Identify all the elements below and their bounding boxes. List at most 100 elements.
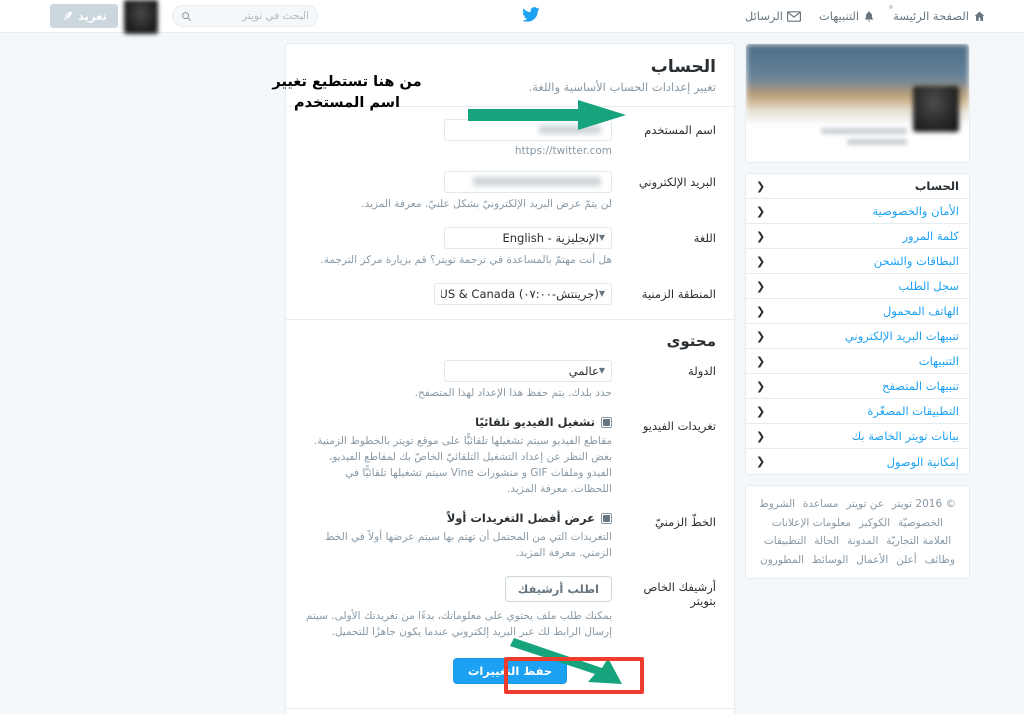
chevron-left-icon: ❮	[756, 179, 766, 193]
video-tweets-row: تغريدات الفيديو تشغيل الفيديو تلقائيًا م…	[304, 415, 716, 507]
sidebar-label-accessibility: إمكانية الوصول	[886, 454, 959, 469]
chevron-left-icon: ❮	[756, 404, 766, 418]
sidebar-item-browser-notifications[interactable]: تنبيهات المتصفح ❮	[746, 374, 969, 399]
username-label: اسم المستخدم	[644, 123, 716, 137]
footer-link-developers[interactable]: المطورون	[760, 554, 804, 566]
username-field-wrap: https://twitter.com	[304, 119, 620, 167]
footer-link-cookies[interactable]: الكوكيز	[859, 517, 890, 529]
country-value: عالمي	[568, 363, 599, 378]
footer-links: © 2016 تويتر عن تويتر مساعدة الشروط الخص…	[745, 485, 970, 580]
sidebar-item-account[interactable]: الحساب ❮	[746, 174, 969, 199]
footer-link-apps[interactable]: التطبيقات	[764, 535, 807, 547]
sidebar-label-notifications: التنبيهات	[918, 354, 959, 368]
profile-summary-card[interactable]	[745, 43, 970, 163]
best-tweets-checkbox-row[interactable]: عرض أفضل التغريدات أولاً	[304, 511, 612, 525]
sidebar-item-notifications[interactable]: التنبيهات ❮	[746, 349, 969, 374]
timezone-label: المنطقة الزمنية	[641, 286, 716, 301]
video-autoplay-hint: مقاطع الفيديو سيتم تشغيلها تلقائيًّا على…	[314, 435, 612, 495]
footer-link-advertise[interactable]: أعلن	[896, 554, 917, 566]
search-placeholder: البحث في تويتر	[241, 10, 309, 22]
sidebar-item-cards-shipping[interactable]: البطاقات والشحن ❮	[746, 249, 969, 274]
sidebar-item-widgets[interactable]: التطبيقات المصغّرة ❮	[746, 399, 969, 424]
sidebar-item-order-history[interactable]: سجل الطلب ❮	[746, 274, 969, 299]
video-autoplay-checkbox[interactable]	[601, 416, 612, 428]
timeline-row: الخطّ الزمنيّ عرض أفضل التغريدات أولاً ا…	[304, 511, 716, 572]
country-field-wrap: ▼ عالمي حدد بلدك. يتم حفظ هذا الإعداد له…	[304, 359, 620, 412]
sidebar-item-mobile[interactable]: الهاتف المحمول ❮	[746, 299, 969, 324]
username-url-text: https://twitter.com	[514, 145, 612, 157]
content-section: محتوى الدولة ▼ عالمي حدد بلدك. يتم حفظ ه…	[286, 318, 734, 709]
footer-link-terms[interactable]: الشروط	[759, 498, 795, 510]
annotation-line-1: من هنا تستطيع تغيير	[272, 74, 422, 90]
twitter-bird-icon[interactable]	[520, 5, 542, 27]
country-hint: حدد بلدك. يتم حفظ هذا الإعداد لهذا المتص…	[414, 386, 612, 399]
best-tweets-hint: التغريدات التي من المحتمل أن تهتم بها سي…	[324, 531, 612, 559]
footer-link-blog[interactable]: المدونة	[847, 535, 878, 547]
language-field-wrap: ▼ الإنجليزية - English هل أنت مهتمّ بالم…	[304, 226, 620, 279]
account-settings-panel: الحساب تغيير إعدادات الحساب الأساسية وال…	[285, 43, 735, 714]
chevron-left-icon: ❮	[756, 429, 766, 443]
footer-link-businesses[interactable]: الأعمال	[856, 554, 888, 566]
sidebar-label-mobile: الهاتف المحمول	[883, 304, 959, 318]
tweet-button[interactable]: تغريد	[50, 4, 118, 28]
page-root: تغريد البحث في تويتر الصفحة الرئيسة التن…	[0, 0, 1024, 714]
footer-link-help[interactable]: مساعدة	[803, 498, 838, 510]
chevron-left-icon: ❮	[756, 279, 766, 293]
timezone-select[interactable]: ▼ (جرينتش-٠٧:٠٠) US & Canada	[434, 282, 612, 305]
chevron-down-icon: ▼	[598, 289, 605, 298]
chevron-left-icon: ❮	[756, 229, 766, 243]
footer-link-media[interactable]: الوسائط	[812, 554, 848, 566]
nav-item-home[interactable]: الصفحة الرئيسة	[889, 5, 986, 23]
chevron-down-icon: ▼	[598, 233, 605, 243]
username-input[interactable]	[444, 119, 612, 141]
topbar-left-group: تغريد البحث في تويتر	[50, 0, 318, 34]
sidebar-label-security-privacy: الأمان والخصوصية	[872, 204, 959, 218]
sidebar-item-email-notifications[interactable]: تنبيهات البريد الإلكتروني ❮	[746, 324, 969, 349]
content-section-heading: محتوى	[666, 331, 716, 350]
sidebar-item-password[interactable]: كلمة المرور ❮	[746, 224, 969, 249]
email-label: البريد الإلكتروني	[638, 175, 716, 189]
sidebar-label-email-notifications: تنبيهات البريد الإلكتروني	[844, 329, 959, 343]
sidebar-label-account: الحساب	[914, 179, 959, 193]
footer-link-jobs[interactable]: وظائف	[925, 554, 955, 566]
chevron-left-icon: ❮	[756, 354, 766, 368]
quill-icon	[63, 11, 72, 21]
chevron-left-icon: ❮	[756, 254, 766, 268]
bell-icon	[865, 11, 874, 21]
profile-avatar[interactable]	[124, 0, 158, 34]
timeline-field-wrap: عرض أفضل التغريدات أولاً التغريدات التي …	[304, 511, 620, 572]
request-archive-button[interactable]: اطلب أرشيفك	[504, 575, 612, 602]
footer-link-privacy[interactable]: الخصوصيّة	[898, 517, 943, 529]
sidebar-item-accessibility[interactable]: إمكانية الوصول ❮	[746, 449, 969, 474]
search-input[interactable]: البحث في تويتر	[172, 5, 318, 27]
footer-link-ads-info[interactable]: معلومات الإعلانات	[772, 517, 851, 529]
email-input[interactable]	[444, 171, 612, 193]
email-field-wrap: لن يتمّ عرض البريد الإلكترونيّ بشكل علني…	[304, 171, 620, 223]
video-autoplay-label: تشغيل الفيديو تلقائيًا	[475, 415, 595, 430]
language-select[interactable]: ▼ الإنجليزية - English	[444, 226, 612, 249]
profile-card-avatar	[913, 86, 959, 132]
annotation-line-2: اسم المستخدم	[294, 95, 400, 112]
language-row: اللغة ▼ الإنجليزية - English هل أنت مهتم…	[304, 226, 716, 279]
sidebar-item-security-privacy[interactable]: الأمان والخصوصية ❮	[746, 199, 969, 224]
chevron-left-icon: ❮	[756, 329, 766, 343]
chevron-left-icon: ❮	[756, 379, 766, 393]
tweet-button-label: تغريد	[78, 9, 107, 23]
chevron-left-icon: ❮	[756, 204, 766, 218]
chevron-down-icon: ▼	[598, 366, 605, 375]
nav-item-notifications[interactable]: التنبيهات	[819, 9, 875, 23]
sidebar-label-your-twitter-data: بيانات تويتر الخاصة بك	[851, 429, 959, 443]
footer-copyright: © 2016 تويتر	[891, 498, 956, 510]
country-row: الدولة ▼ عالمي حدد بلدك. يتم حفظ هذا الإ…	[304, 359, 716, 412]
timezone-value: (جرينتش-٠٧:٠٠) US & Canada	[441, 286, 599, 301]
footer-link-about[interactable]: عن تويتر	[846, 498, 884, 510]
nav-label-notifications: التنبيهات	[818, 9, 860, 23]
country-select[interactable]: ▼ عالمي	[444, 359, 612, 382]
sidebar-item-your-twitter-data[interactable]: بيانات تويتر الخاصة بك ❮	[746, 424, 969, 449]
nav-item-messages[interactable]: الرسائل	[745, 9, 801, 23]
archive-field-wrap: اطلب أرشيفك يمكنك طلب ملف يحتوي على معلو…	[304, 575, 620, 651]
video-autoplay-checkbox-row[interactable]: تشغيل الفيديو تلقائيًا	[304, 415, 612, 429]
footer-link-brand[interactable]: العلامة التجاريّة	[886, 535, 951, 547]
footer-link-status[interactable]: الحالة	[814, 535, 839, 547]
best-tweets-checkbox[interactable]	[601, 512, 612, 524]
